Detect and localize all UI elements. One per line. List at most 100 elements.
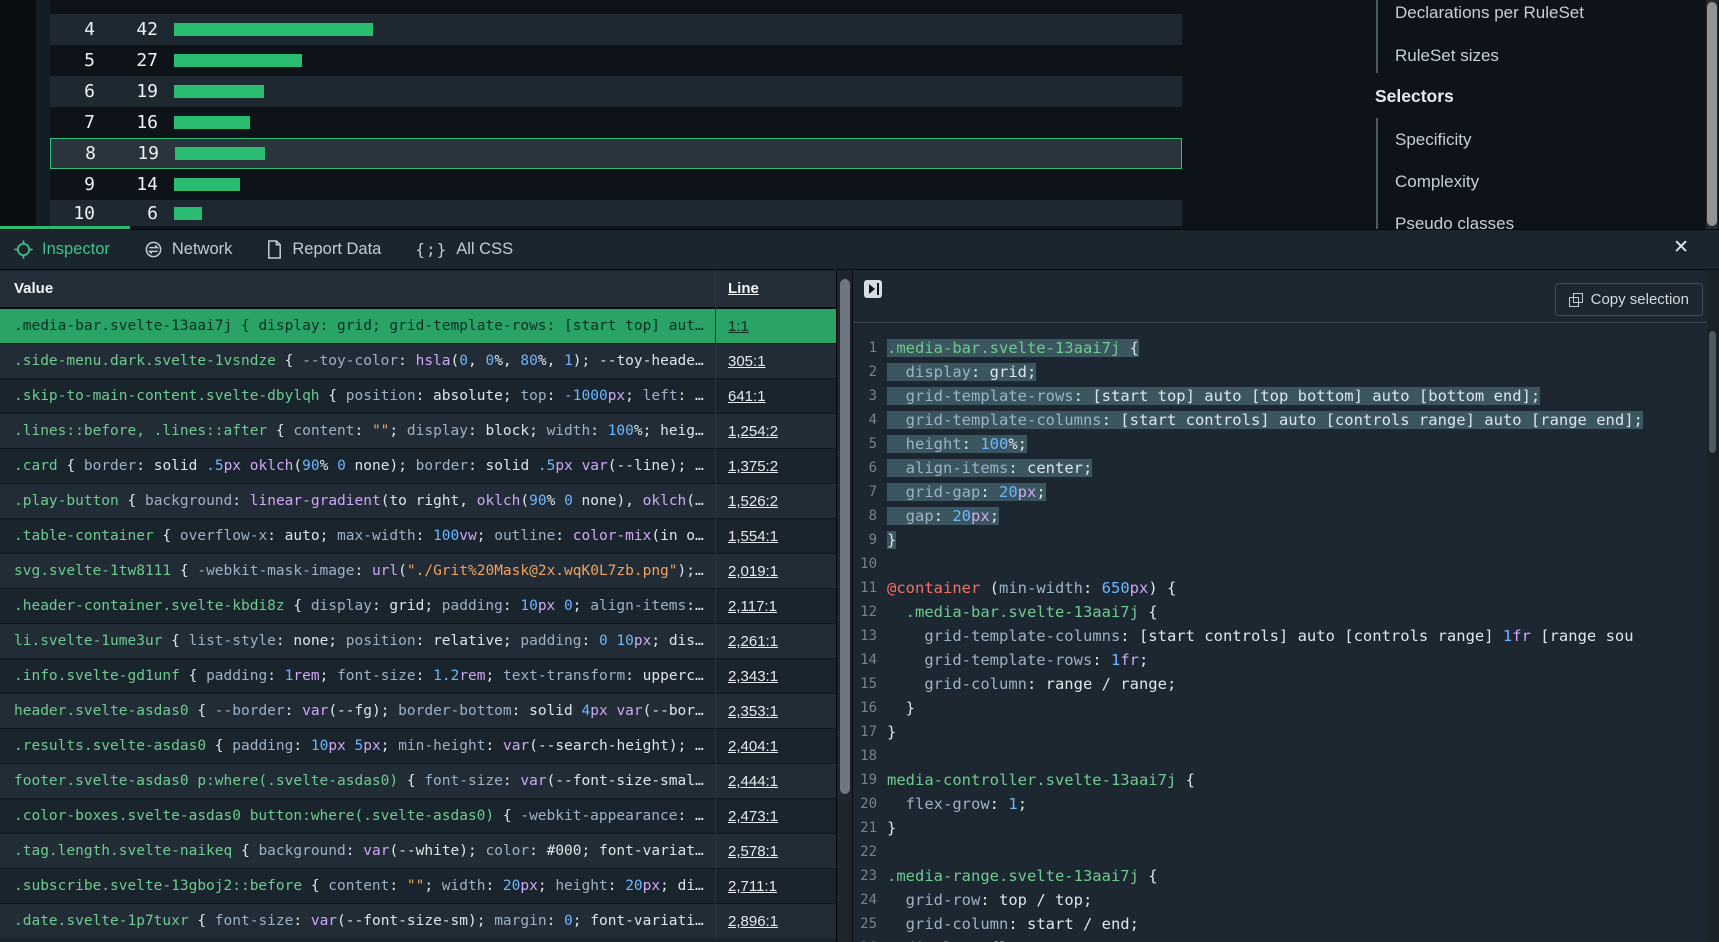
chart-row-9[interactable]: 914 xyxy=(50,169,1182,200)
code-text: height: 100%; xyxy=(887,432,1027,456)
sidebar-item-ruleset-sizes[interactable]: RuleSet sizes xyxy=(1395,46,1499,66)
css-analyzer-app: 442527619716819914106 Declarations per R… xyxy=(0,0,1719,942)
code-line-17: 17} xyxy=(853,720,1719,744)
line-number: 15 xyxy=(853,672,877,696)
sidebar-item-pseudo-classes[interactable]: Pseudo classes xyxy=(1395,214,1514,229)
table-scrollbar-thumb[interactable] xyxy=(840,279,850,794)
rule-value-cell[interactable]: footer.svelte-asdas0 p:where(.svelte-asd… xyxy=(14,764,712,799)
table-row[interactable]: .header-container.svelte-kbdi8z { displa… xyxy=(0,589,836,624)
table-row[interactable]: .date.svelte-1p7tuxr { font-size: var(--… xyxy=(0,904,836,939)
rule-value-cell[interactable]: svg.svelte-1tw8111 { -webkit-mask-image:… xyxy=(14,554,712,589)
table-row[interactable]: .results.svelte-asdas0 { padding: 10px 5… xyxy=(0,729,836,764)
rule-value-cell[interactable]: .tag.length.svelte-naikeq { background: … xyxy=(14,834,712,869)
rule-value-cell[interactable]: .card { border: solid .5px oklch(90% 0 n… xyxy=(14,449,712,484)
code-line-11: 11@container (min-width: 650px) { xyxy=(853,576,1719,600)
toggle-panel-icon[interactable] xyxy=(864,280,882,298)
code-text: grid-template-rows: [start top] auto [to… xyxy=(887,384,1540,408)
chart-row-count: 27 xyxy=(95,50,158,71)
line-link[interactable]: 2,019:1 xyxy=(728,554,778,589)
line-link[interactable]: 641:1 xyxy=(728,379,766,414)
code-line-21: 21} xyxy=(853,816,1719,840)
chart-row-label: 9 xyxy=(50,174,95,195)
rule-value-cell[interactable]: .skip-to-main-content.svelte-dbylqh { po… xyxy=(14,379,712,414)
line-link[interactable]: 1,254:2 xyxy=(728,414,778,449)
chart-row-count: 42 xyxy=(95,19,158,40)
rule-value-cell[interactable]: .side-menu.dark.svelte-1vsndze { --toy-c… xyxy=(14,344,712,379)
editor-scrollbar-track[interactable] xyxy=(1707,271,1719,942)
line-link[interactable]: 2,261:1 xyxy=(728,624,778,659)
line-link[interactable]: 2,353:1 xyxy=(728,694,778,729)
table-row[interactable]: .info.svelte-gd1unf { padding: 1rem; fon… xyxy=(0,659,836,694)
line-link[interactable]: 1,375:2 xyxy=(728,449,778,484)
tab-inspector[interactable]: Inspector xyxy=(14,240,110,259)
table-row[interactable]: .tag.length.svelte-naikeq { background: … xyxy=(0,834,836,869)
editor-scrollbar-thumb[interactable] xyxy=(1709,331,1716,453)
table-row[interactable]: .side-menu.dark.svelte-1vsndze { --toy-c… xyxy=(0,344,836,379)
chart-row-5[interactable]: 527 xyxy=(50,45,1182,76)
line-link[interactable]: 2,473:1 xyxy=(728,799,778,834)
rule-value-cell[interactable]: .table-container { overflow-x: auto; max… xyxy=(14,519,712,554)
line-link[interactable]: 1,526:2 xyxy=(728,484,778,519)
tab-all-css[interactable]: {;}All CSS xyxy=(415,240,513,259)
chart-bar xyxy=(174,85,264,98)
chart-row-7[interactable]: 716 xyxy=(50,107,1182,138)
line-number: 22 xyxy=(853,840,877,864)
line-number: 3 xyxy=(853,384,877,408)
rule-value-cell[interactable]: .date.svelte-1p7tuxr { font-size: var(--… xyxy=(14,904,712,939)
table-row[interactable]: .lines::before, .lines::after { content:… xyxy=(0,414,836,449)
table-row[interactable]: li.svelte-1ume3ur { list-style: none; po… xyxy=(0,624,836,659)
chart-row-10[interactable]: 106 xyxy=(50,200,1182,226)
rule-value-cell[interactable]: .lines::before, .lines::after { content:… xyxy=(14,414,712,449)
rule-value-cell[interactable]: li.svelte-1ume3ur { list-style: none; po… xyxy=(14,624,712,659)
chart-row-8[interactable]: 819 xyxy=(50,138,1182,169)
table-row[interactable]: svg.svelte-1tw8111 { -webkit-mask-image:… xyxy=(0,554,836,589)
tab-report-data[interactable]: Report Data xyxy=(266,240,381,259)
sidebar-item-complexity[interactable]: Complexity xyxy=(1395,172,1479,192)
sidebar-item-declarations-per-ruleset[interactable]: Declarations per RuleSet xyxy=(1395,3,1584,23)
line-link[interactable]: 305:1 xyxy=(728,344,766,379)
window-scrollbar-track[interactable] xyxy=(1706,0,1718,229)
line-link[interactable]: 2,444:1 xyxy=(728,764,778,799)
line-link[interactable]: 2,117:1 xyxy=(728,589,777,624)
code-text: } xyxy=(887,816,896,840)
rule-value-cell[interactable]: .results.svelte-asdas0 { padding: 10px 5… xyxy=(14,729,712,764)
chart-row-6[interactable]: 619 xyxy=(50,76,1182,107)
table-row[interactable]: .table-container { overflow-x: auto; max… xyxy=(0,519,836,554)
code-text: .media-bar.svelte-13aai7j { xyxy=(887,336,1139,360)
window-scrollbar-thumb[interactable] xyxy=(1707,2,1717,226)
table-row[interactable]: .card { border: solid .5px oklch(90% 0 n… xyxy=(0,449,836,484)
chart-row-4[interactable]: 442 xyxy=(50,14,1182,45)
line-column-header[interactable]: Line xyxy=(728,280,759,297)
code-line-2: 2 display: grid; xyxy=(853,360,1719,384)
rule-value-cell[interactable]: .header-container.svelte-kbdi8z { displa… xyxy=(14,589,712,624)
line-link[interactable]: 1:1 xyxy=(728,309,749,344)
rule-value-cell[interactable]: .color-boxes.svelte-asdas0 button:where(… xyxy=(14,799,712,834)
rule-value-cell[interactable]: .play-button { background: linear-gradie… xyxy=(14,484,712,519)
line-link[interactable]: 2,896:1 xyxy=(728,904,778,939)
line-number: 21 xyxy=(853,816,877,840)
copy-selection-button[interactable]: Copy selection xyxy=(1555,283,1703,316)
table-row[interactable]: footer.svelte-asdas0 p:where(.svelte-asd… xyxy=(0,764,836,799)
table-row[interactable]: header.svelte-asdas0 { --border: var(--f… xyxy=(0,694,836,729)
line-link[interactable]: 2,404:1 xyxy=(728,729,778,764)
line-link[interactable]: 1,554:1 xyxy=(728,519,778,554)
tab-network[interactable]: Network xyxy=(144,240,233,259)
sidebar-item-specificity[interactable]: Specificity xyxy=(1395,130,1472,150)
line-link[interactable]: 2,711:1 xyxy=(728,869,777,904)
line-link[interactable]: 2,343:1 xyxy=(728,659,778,694)
code-line-7: 7 grid-gap: 20px; xyxy=(853,480,1719,504)
close-icon[interactable]: ✕ xyxy=(1673,238,1689,257)
line-number: 25 xyxy=(853,912,877,936)
rule-value-cell[interactable]: .info.svelte-gd1unf { padding: 1rem; fon… xyxy=(14,659,712,694)
rule-value-cell[interactable]: .media-bar.svelte-13aai7j { display: gri… xyxy=(14,309,712,344)
rule-value-cell[interactable]: .subscribe.svelte-13gboj2::before { cont… xyxy=(14,869,712,904)
rule-value-cell[interactable]: header.svelte-asdas0 { --border: var(--f… xyxy=(14,694,712,729)
table-row[interactable]: .color-boxes.svelte-asdas0 button:where(… xyxy=(0,799,836,834)
table-scrollbar-track[interactable] xyxy=(836,271,852,942)
table-row[interactable]: .media-bar.svelte-13aai7j { display: gri… xyxy=(0,309,836,344)
table-row[interactable]: .subscribe.svelte-13gboj2::before { cont… xyxy=(0,869,836,904)
table-row[interactable]: .play-button { background: linear-gradie… xyxy=(0,484,836,519)
line-link[interactable]: 2,578:1 xyxy=(728,834,778,869)
table-row[interactable]: .skip-to-main-content.svelte-dbylqh { po… xyxy=(0,379,836,414)
line-number: 1 xyxy=(853,336,877,360)
